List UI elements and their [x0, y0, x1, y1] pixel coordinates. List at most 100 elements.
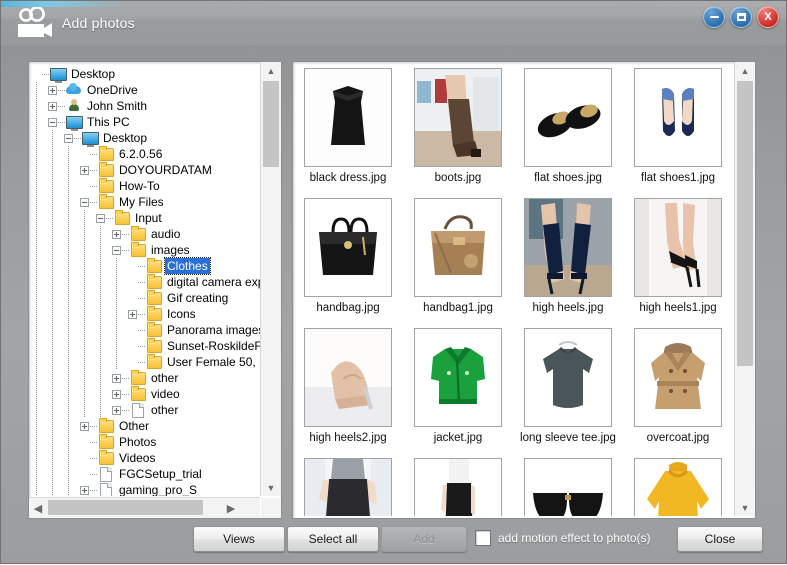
tree-scroll-down-arrow[interactable]: ▼ — [261, 479, 281, 496]
thumbs-scroll-down-arrow[interactable]: ▼ — [735, 499, 755, 516]
tree-collapse-icon[interactable] — [112, 245, 121, 255]
tree-scroll-left-arrow[interactable]: ◀ — [29, 498, 47, 518]
tree-expand-icon[interactable] — [112, 373, 121, 383]
thumbnail-image[interactable] — [414, 68, 502, 167]
tree-item-fgcsetup-trial[interactable]: FGCSetup_trial — [32, 466, 260, 482]
thumbnail-image[interactable] — [634, 458, 722, 516]
thumbnail-item[interactable]: high heels1.jpg — [623, 198, 733, 328]
thumbnail-image[interactable] — [524, 68, 612, 167]
thumbnail-item[interactable]: black dress.jpg — [293, 68, 403, 198]
tree-item-gaming-pro-s[interactable]: gaming_pro_S — [32, 482, 260, 496]
add-button[interactable]: Add — [381, 526, 467, 552]
thumbnail-item[interactable] — [403, 458, 513, 516]
thumbnail-item[interactable]: handbag.jpg — [293, 198, 403, 328]
tree-expand-icon[interactable] — [48, 101, 57, 111]
thumbnail-image[interactable] — [304, 198, 392, 297]
thumbnail-image[interactable] — [634, 198, 722, 297]
thumbnail-image[interactable] — [414, 458, 502, 516]
tree-item-this-pc[interactable]: This PC — [32, 114, 260, 131]
tree-expand-icon[interactable] — [112, 389, 121, 399]
tree-vscroll-thumb[interactable] — [263, 81, 279, 167]
tree-item-digital-camera-expos[interactable]: digital camera expos — [32, 274, 260, 290]
maximize-button[interactable] — [730, 6, 752, 28]
tree-item-doyourdatam[interactable]: DOYOURDATAM — [32, 162, 260, 178]
tree-item-gif-creating[interactable]: Gif creating — [32, 290, 260, 306]
thumbnail-image[interactable] — [634, 328, 722, 427]
tree-item-john-smith[interactable]: John Smith — [32, 98, 260, 114]
tree-item-other[interactable]: other — [32, 370, 260, 386]
tree-item-images[interactable]: images — [32, 242, 260, 258]
thumbnail-image[interactable] — [524, 458, 612, 516]
thumbnail-item[interactable]: high heels.jpg — [513, 198, 623, 328]
thumbnail-item[interactable] — [623, 458, 733, 516]
tree-item-user-female-50-100[interactable]: User Female 50, 100 — [32, 354, 260, 370]
tree-expand-icon[interactable] — [80, 485, 89, 495]
tree-collapse-icon[interactable] — [96, 213, 105, 223]
thumbnail-image[interactable] — [414, 328, 502, 427]
thumbnail-image[interactable] — [304, 68, 392, 167]
tree-collapse-icon[interactable] — [64, 133, 73, 143]
thumbnail-item[interactable]: overcoat.jpg — [623, 328, 733, 458]
thumbnail-item[interactable]: flat shoes.jpg — [513, 68, 623, 198]
tree-item-desktop[interactable]: Desktop — [32, 66, 260, 83]
tree-item-other[interactable]: Other — [32, 418, 260, 434]
thumbs-scroll-up-arrow[interactable]: ▲ — [735, 62, 755, 79]
tree-item-audio[interactable]: audio — [32, 226, 260, 242]
thumbnail-image[interactable] — [634, 68, 722, 167]
thumbnail-image[interactable] — [304, 458, 392, 516]
thumbnail-image[interactable] — [414, 198, 502, 297]
tree-item-desktop[interactable]: Desktop — [32, 130, 260, 147]
tree-expand-icon[interactable] — [112, 405, 121, 415]
tree-scroll-right-arrow[interactable]: ▶ — [222, 498, 240, 518]
tree-expand-icon[interactable] — [80, 421, 89, 431]
thumbs-vscroll-thumb[interactable] — [737, 81, 753, 366]
thumbnail-image[interactable] — [304, 328, 392, 427]
folder-tree-viewport[interactable]: Desktop OneDrive John Smith This PC Desktop 6… — [29, 62, 260, 496]
tree-item-videos[interactable]: Videos — [32, 450, 260, 466]
tree-expand-icon[interactable] — [48, 85, 57, 95]
tree-indent-guide — [80, 306, 96, 322]
tree-item-icons[interactable]: Icons — [32, 306, 260, 322]
tree-item-sunset-roskildefjor[interactable]: Sunset-RoskildeFjor — [32, 338, 260, 354]
minimize-button[interactable] — [703, 6, 725, 28]
thumbnail-item[interactable]: jacket.jpg — [403, 328, 513, 458]
tree-expand-icon[interactable] — [80, 165, 89, 175]
select-all-button[interactable]: Select all — [287, 526, 379, 552]
tree-item-how-to[interactable]: How-To — [32, 178, 260, 194]
tree-scroll-up-arrow[interactable]: ▲ — [261, 62, 281, 79]
tree-indent-guide — [112, 322, 128, 338]
thumbnail-item[interactable]: long sleeve tee.jpg — [513, 328, 623, 458]
tree-expand-icon[interactable] — [112, 229, 121, 239]
thumbnail-image[interactable] — [524, 198, 612, 297]
folder-tree[interactable]: Desktop OneDrive John Smith This PC Desktop 6… — [32, 66, 260, 496]
tree-item-video[interactable]: video — [32, 386, 260, 402]
thumbnail-grid[interactable]: black dress.jpg boots.jpg flat shoes.jpg fl… — [293, 62, 733, 516]
tree-item-onedrive[interactable]: OneDrive — [32, 82, 260, 98]
thumbnail-item[interactable]: high heels2.jpg — [293, 328, 403, 458]
thumbnail-item[interactable] — [293, 458, 403, 516]
tree-item-my-files[interactable]: My Files — [32, 194, 260, 210]
thumbnail-item[interactable]: flat shoes1.jpg — [623, 68, 733, 198]
thumbnails-vertical-scrollbar[interactable]: ▲ ▼ — [734, 62, 755, 516]
motion-effect-checkbox[interactable] — [475, 530, 491, 546]
views-button[interactable]: Views — [193, 526, 285, 552]
close-button[interactable]: Close — [677, 526, 763, 552]
tree-collapse-icon[interactable] — [48, 117, 57, 127]
motion-effect-checkbox-group[interactable]: add motion effect to photo(s) — [475, 530, 651, 546]
tree-item-6-2-0-56[interactable]: 6.2.0.56 — [32, 146, 260, 162]
tree-horizontal-scrollbar[interactable]: ◀ ▶ — [29, 497, 260, 518]
thumbnail-item[interactable]: handbag1.jpg — [403, 198, 513, 328]
thumbnail-item[interactable] — [513, 458, 623, 516]
close-window-button[interactable]: X — [757, 6, 779, 28]
tree-item-photos[interactable]: Photos — [32, 434, 260, 450]
tree-collapse-icon[interactable] — [80, 197, 89, 207]
tree-item-other[interactable]: other — [32, 402, 260, 418]
tree-vertical-scrollbar[interactable]: ▲ ▼ — [260, 62, 281, 496]
thumbnail-image[interactable] — [524, 328, 612, 427]
tree-hscroll-thumb[interactable] — [48, 500, 203, 515]
tree-item-input[interactable]: Input — [32, 210, 260, 226]
tree-item-clothes[interactable]: Clothes — [32, 257, 260, 275]
thumbnail-item[interactable]: boots.jpg — [403, 68, 513, 198]
tree-item-panorama-images[interactable]: Panorama images — [32, 322, 260, 338]
tree-expand-icon[interactable] — [128, 309, 137, 319]
